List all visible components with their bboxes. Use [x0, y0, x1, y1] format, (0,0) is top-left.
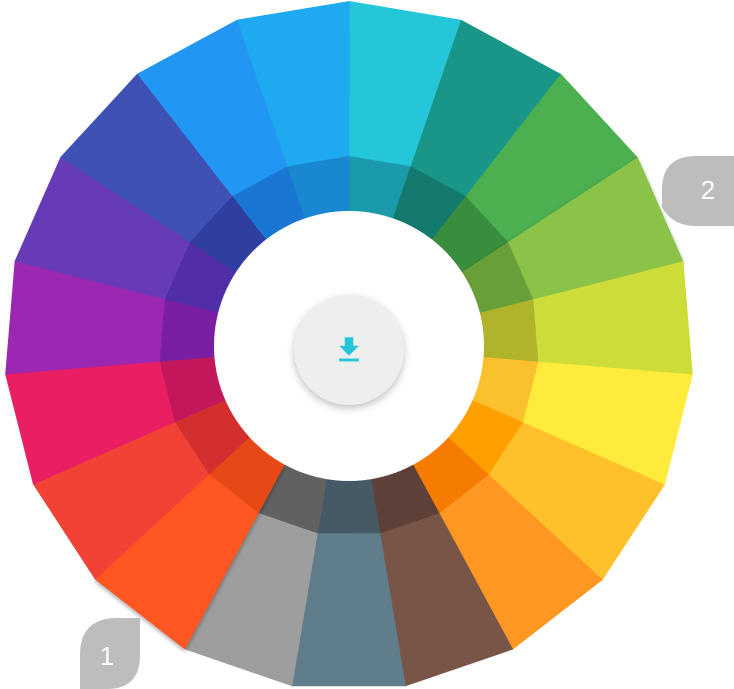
download-button[interactable]: [294, 295, 404, 405]
color-wheel-screen: 1 2: [0, 0, 734, 689]
callout-2: 2: [662, 156, 734, 226]
callout-1-label: 1: [100, 641, 114, 671]
callout-1: 1: [80, 618, 140, 689]
download-icon: [339, 337, 359, 362]
callout-2-label: 2: [701, 175, 715, 205]
segment-blue-grey-inner[interactable]: [317, 479, 381, 534]
callout-2-bubble: [662, 156, 734, 226]
